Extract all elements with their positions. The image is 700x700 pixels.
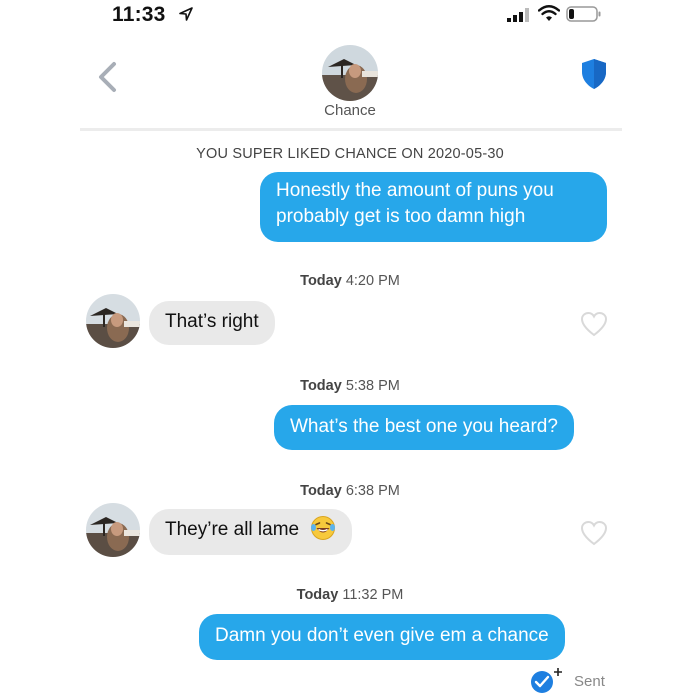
header-avatar[interactable] xyxy=(322,45,378,101)
match-avatar[interactable] xyxy=(86,503,140,557)
timestamp: Today 5:38 PM xyxy=(250,378,450,394)
timestamp: Today 4:20 PM xyxy=(250,273,450,289)
incoming-message[interactable]: They’re all lame xyxy=(149,509,353,555)
superlike-note: YOU SUPER LIKED CHANCE ON 2020-05-30 xyxy=(196,146,504,162)
timestamp-time: 5:38 PM xyxy=(345,378,400,394)
message-text: They’re all lame xyxy=(165,519,300,540)
signal-icon xyxy=(507,8,529,22)
sent-status-label: Sent xyxy=(574,673,605,690)
status-bar: 11:33 xyxy=(0,0,700,26)
timestamp-time: 6:38 PM xyxy=(345,483,400,499)
outgoing-message[interactable]: Damn you don’t even give em a chance xyxy=(199,614,565,660)
message-line: Honestly the amount of puns you xyxy=(276,180,554,201)
like-heart-icon[interactable] xyxy=(580,311,608,337)
battery-icon xyxy=(566,6,601,22)
timestamp-time: 11:32 PM xyxy=(342,587,404,603)
wifi-icon xyxy=(538,5,560,21)
back-chevron-icon[interactable] xyxy=(94,60,120,94)
like-heart-icon[interactable] xyxy=(580,520,608,546)
timestamp-day: Today xyxy=(300,273,342,289)
status-time: 11:33 xyxy=(112,3,166,26)
message-line: probably get is too damn high xyxy=(276,206,526,227)
timestamp-day: Today xyxy=(300,378,342,394)
header-divider xyxy=(80,128,622,131)
match-name: Chance xyxy=(324,102,376,119)
laughing-tears-emoji-icon xyxy=(311,515,336,540)
timestamp: Today 6:38 PM xyxy=(250,483,450,499)
outgoing-message[interactable]: What’s the best one you heard? xyxy=(274,405,574,450)
timestamp-day: Today xyxy=(300,483,342,499)
sent-check-icon xyxy=(531,668,562,693)
match-avatar[interactable] xyxy=(86,294,140,348)
timestamp: Today 11:32 PM xyxy=(250,587,450,603)
timestamp-time: 4:20 PM xyxy=(345,273,400,289)
shield-icon[interactable] xyxy=(581,58,607,90)
outgoing-message[interactable]: Honestly the amount of puns you probably… xyxy=(260,172,607,242)
location-arrow-icon xyxy=(179,7,193,21)
timestamp-day: Today xyxy=(296,587,339,603)
incoming-message[interactable]: That’s right xyxy=(149,301,275,345)
